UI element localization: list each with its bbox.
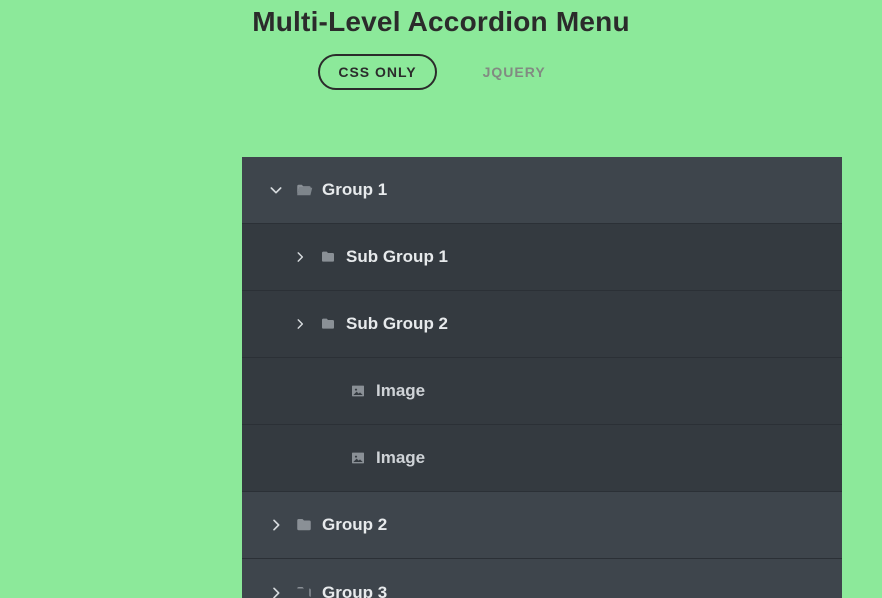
- folder-icon: [290, 584, 318, 598]
- accordion-item-label: Group 2: [322, 515, 387, 535]
- accordion-item-image-2[interactable]: Image: [242, 425, 842, 492]
- accordion-item-label: Sub Group 1: [346, 247, 448, 267]
- chevron-right-icon: [286, 250, 314, 264]
- chevron-right-icon: [262, 585, 290, 598]
- accordion-item-group-2[interactable]: Group 2: [242, 492, 842, 559]
- folder-icon: [290, 516, 318, 534]
- page-title: Multi-Level Accordion Menu: [0, 0, 882, 38]
- accordion-item-label: Sub Group 2: [346, 314, 448, 334]
- folder-icon: [314, 249, 342, 265]
- tab-css-only[interactable]: CSS ONLY: [318, 54, 436, 90]
- folder-open-icon: [290, 181, 318, 199]
- page-root: Multi-Level Accordion Menu CSS ONLY JQUE…: [0, 0, 882, 598]
- accordion-item-group-1[interactable]: Group 1: [242, 157, 842, 224]
- accordion-panel: Group 1 Sub Group 1 Sub Group 2: [242, 157, 842, 598]
- tabs: CSS ONLY JQUERY: [0, 54, 882, 90]
- accordion-item-label: Image: [376, 381, 425, 401]
- folder-icon: [314, 316, 342, 332]
- accordion-item-image-1[interactable]: Image: [242, 358, 842, 425]
- accordion-item-group-3[interactable]: Group 3: [242, 559, 842, 598]
- chevron-right-icon: [286, 317, 314, 331]
- accordion-item-label: Image: [376, 448, 425, 468]
- image-icon: [344, 450, 372, 466]
- accordion-item-sub-group-2[interactable]: Sub Group 2: [242, 291, 842, 358]
- tab-jquery[interactable]: JQUERY: [465, 54, 564, 90]
- accordion-item-label: Group 3: [322, 583, 387, 598]
- chevron-right-icon: [262, 517, 290, 533]
- chevron-down-icon: [262, 182, 290, 198]
- accordion-item-sub-group-1[interactable]: Sub Group 1: [242, 224, 842, 291]
- image-icon: [344, 383, 372, 399]
- accordion-item-label: Group 1: [322, 180, 387, 200]
